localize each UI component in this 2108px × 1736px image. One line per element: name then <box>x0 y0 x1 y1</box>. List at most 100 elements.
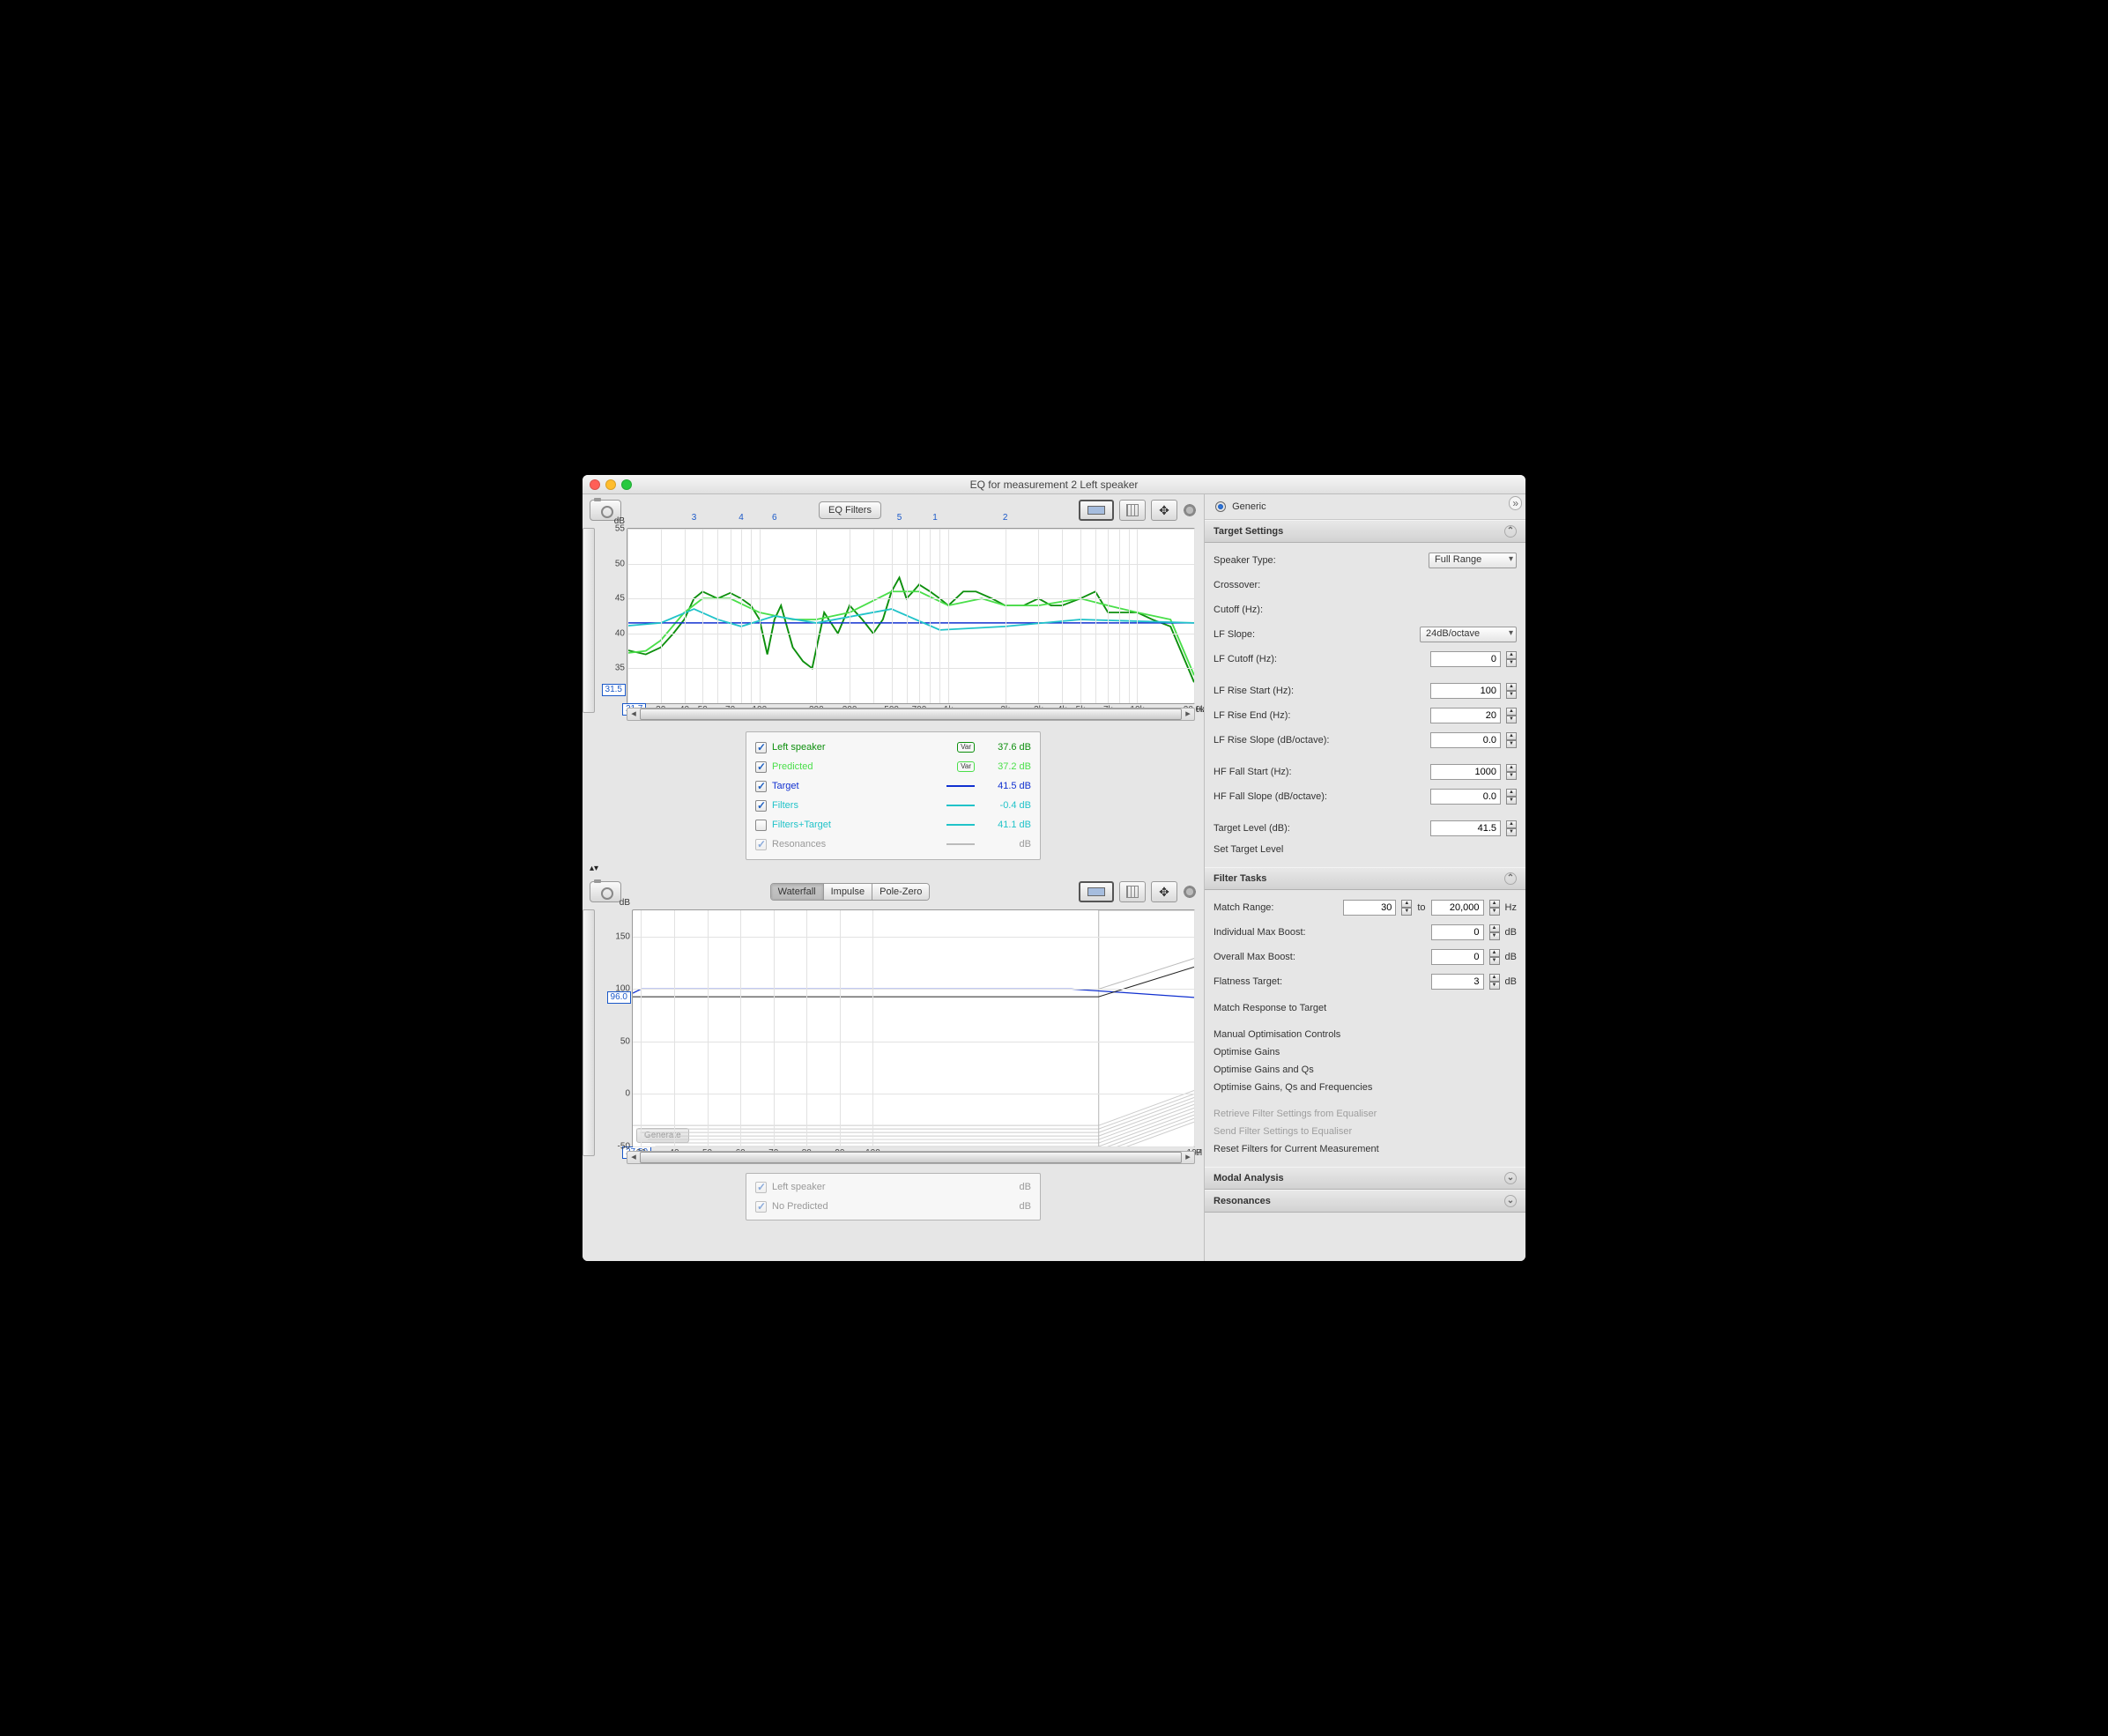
grid-toggle-button[interactable] <box>1119 500 1146 521</box>
expand-icon: ⌄ <box>1504 1172 1517 1184</box>
send-settings-link: Send Filter Settings to Equaliser <box>1214 1123 1517 1140</box>
vertical-splitter[interactable]: ▴▾ <box>583 864 1204 876</box>
close-button[interactable] <box>590 479 600 490</box>
flatness-input[interactable] <box>1431 974 1484 990</box>
overall-max-boost-input[interactable] <box>1431 949 1484 965</box>
lower-toolbar: Waterfall Impulse Pole-Zero ✥ <box>583 876 1204 908</box>
equaliser-label: Generic <box>1232 501 1266 512</box>
legend-value: -0.4 dB <box>980 800 1031 811</box>
legend-checkbox[interactable] <box>755 761 767 773</box>
match-response-link[interactable]: Match Response to Target <box>1214 999 1517 1017</box>
hf-fall-slope-spinner[interactable]: ▲▼ <box>1506 789 1517 805</box>
legend-name: Predicted <box>772 761 952 772</box>
lower-vertical-slider[interactable] <box>583 909 595 1156</box>
lf-slope-select[interactable]: 24dB/octave <box>1420 627 1517 642</box>
lower-hscroll[interactable] <box>627 1151 1195 1164</box>
legend-value: dB <box>980 839 1031 849</box>
legend-name: No Predicted <box>772 1201 975 1212</box>
lf-rise-slope-input[interactable] <box>1430 732 1501 748</box>
y-axis-title-2: dB <box>620 898 630 908</box>
legend-checkbox[interactable] <box>755 742 767 753</box>
indiv-max-boost-spinner[interactable]: ▲▼ <box>1489 924 1500 940</box>
waterfall-chart[interactable]: dB H 96.0 27.50 Generate 150100500-50304… <box>632 909 1195 1147</box>
resonances-header[interactable]: Resonances ⌄ <box>1205 1190 1525 1213</box>
target-level-spinner[interactable]: ▲▼ <box>1506 820 1517 836</box>
optimise-gains-qs-link[interactable]: Optimise Gains and Qs <box>1214 1061 1517 1079</box>
legend-swatch <box>946 843 975 845</box>
equaliser-radio[interactable] <box>1215 501 1226 512</box>
modal-analysis-header[interactable]: Modal Analysis ⌄ <box>1205 1167 1525 1190</box>
tab-waterfall[interactable]: Waterfall <box>771 884 824 900</box>
upper-legend: Left speakerVar37.6 dBPredictedVar37.2 d… <box>746 731 1041 860</box>
legend-swatch <box>946 805 975 806</box>
legend-checkbox <box>755 1201 767 1213</box>
collapse-icon: ⌃ <box>1504 872 1517 885</box>
reset-filters-link[interactable]: Reset Filters for Current Measurement <box>1214 1140 1517 1158</box>
expand-icon: ⌄ <box>1504 1195 1517 1207</box>
lf-rise-end-spinner[interactable]: ▲▼ <box>1506 708 1517 723</box>
target-settings-header[interactable]: Target Settings ⌃ <box>1205 520 1525 543</box>
grid-toggle-button-2[interactable] <box>1119 881 1146 902</box>
lf-rise-start-input[interactable] <box>1430 683 1501 699</box>
lf-cutoff-spinner[interactable]: ▲▼ <box>1506 651 1517 667</box>
retrieve-settings-link: Retrieve Filter Settings from Equaliser <box>1214 1105 1517 1123</box>
upper-hscroll[interactable] <box>627 708 1195 721</box>
legend-checkbox[interactable] <box>755 800 767 812</box>
window-controls <box>583 479 632 490</box>
settings-panel: » Generic Target Settings ⌃ Speaker Type… <box>1204 494 1525 1261</box>
legend-name: Left speaker <box>772 742 952 753</box>
scroll-right-icon[interactable]: » <box>1509 496 1522 510</box>
hf-fall-start-spinner[interactable]: ▲▼ <box>1506 764 1517 780</box>
fit-axes-button-2[interactable]: ✥ <box>1151 881 1177 902</box>
indiv-max-boost-input[interactable] <box>1431 924 1484 940</box>
legend-name: Resonances <box>772 839 941 849</box>
hf-fall-slope-input[interactable] <box>1430 789 1501 805</box>
match-range-from-spinner[interactable]: ▲▼ <box>1401 900 1412 916</box>
legend-value: 37.2 dB <box>980 761 1031 772</box>
legend-value: dB <box>980 1201 1031 1212</box>
overall-max-boost-spinner[interactable]: ▲▼ <box>1489 949 1500 965</box>
gear-icon[interactable] <box>1183 503 1197 517</box>
tab-impulse[interactable]: Impulse <box>824 884 873 900</box>
legend-checkbox[interactable] <box>755 781 767 792</box>
minimize-button[interactable] <box>605 479 616 490</box>
optimise-gains-link[interactable]: Optimise Gains <box>1214 1043 1517 1061</box>
flatness-spinner[interactable]: ▲▼ <box>1489 974 1500 990</box>
optimise-gains-qs-freq-link[interactable]: Optimise Gains, Qs and Frequencies <box>1214 1079 1517 1096</box>
legend-row: Left speaker dB <box>755 1177 1031 1197</box>
speaker-type-select[interactable]: Full Range <box>1429 553 1517 568</box>
window-title: EQ for measurement 2 Left speaker <box>583 479 1525 491</box>
legend-value: 41.5 dB <box>980 781 1031 791</box>
legend-row: Resonances dB <box>755 835 1031 854</box>
cursor-y-value: 31.5 <box>602 684 626 696</box>
legend-row: Filters-0.4 dB <box>755 796 1031 815</box>
tab-polezero[interactable]: Pole-Zero <box>872 884 929 900</box>
legend-toggle-button-2[interactable] <box>1079 881 1114 902</box>
screenshot-button-2[interactable] <box>590 881 621 902</box>
legend-swatch <box>946 785 975 787</box>
response-chart[interactable]: dB Hz 31.5 21.7 555045403530405070100200… <box>627 528 1195 704</box>
legend-checkbox[interactable] <box>755 820 767 831</box>
lf-cutoff-input[interactable] <box>1430 651 1501 667</box>
lf-rise-slope-spinner[interactable]: ▲▼ <box>1506 732 1517 748</box>
lf-rise-end-input[interactable] <box>1430 708 1501 723</box>
legend-value: dB <box>980 1182 1031 1192</box>
gear-icon-2[interactable] <box>1183 885 1197 899</box>
maximize-button[interactable] <box>621 479 632 490</box>
target-level-input[interactable] <box>1430 820 1501 836</box>
upper-vertical-slider[interactable] <box>583 528 595 713</box>
match-range-from-input[interactable] <box>1343 900 1396 916</box>
legend-checkbox <box>755 839 767 850</box>
eq-filters-button[interactable]: EQ Filters <box>819 501 881 519</box>
hf-fall-start-input[interactable] <box>1430 764 1501 780</box>
titlebar: EQ for measurement 2 Left speaker <box>583 475 1525 494</box>
fit-axes-button[interactable]: ✥ <box>1151 500 1177 521</box>
match-range-to-input[interactable] <box>1431 900 1484 916</box>
legend-name: Left speaker <box>772 1182 975 1192</box>
lf-rise-start-spinner[interactable]: ▲▼ <box>1506 683 1517 699</box>
match-range-to-spinner[interactable]: ▲▼ <box>1489 900 1500 916</box>
legend-toggle-button[interactable] <box>1079 500 1114 521</box>
legend-swatch: Var <box>957 761 975 772</box>
set-target-level-link[interactable]: Set Target Level <box>1214 841 1517 858</box>
filter-tasks-header[interactable]: Filter Tasks ⌃ <box>1205 867 1525 890</box>
